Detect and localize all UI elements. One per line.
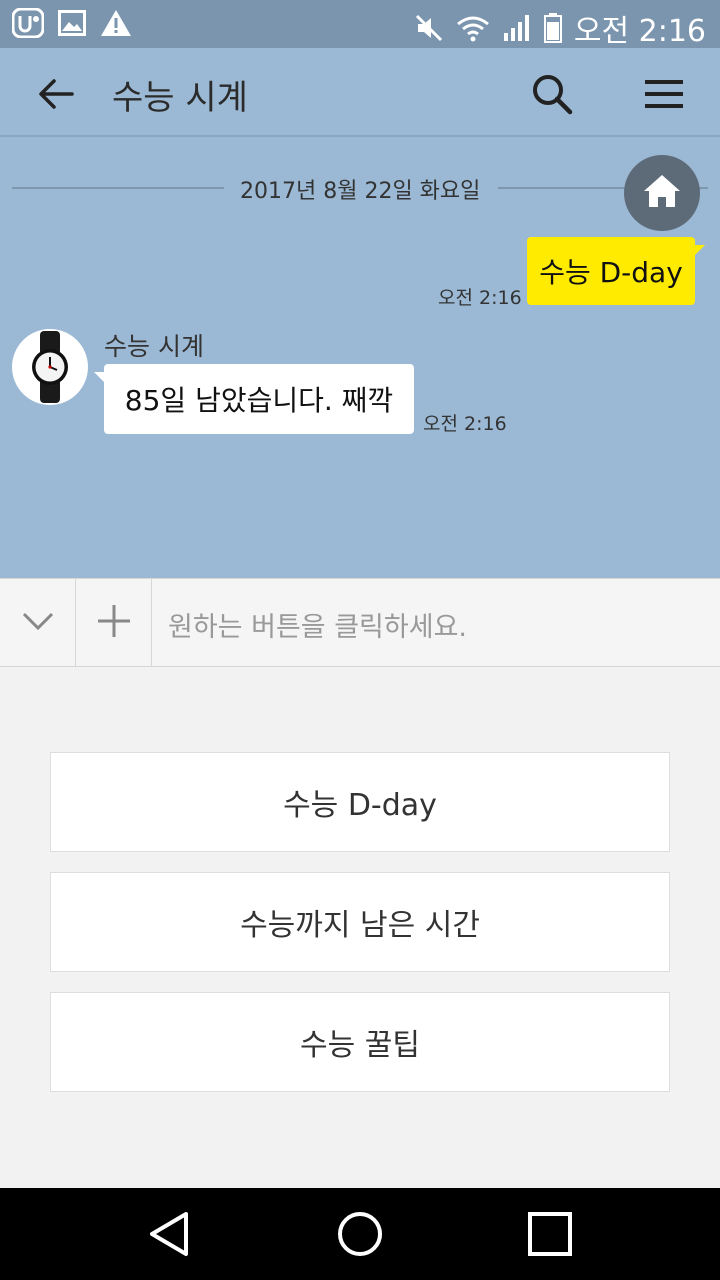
status-time: 오전 2:16 xyxy=(573,14,706,49)
quick-reply-panel: 수능 D-day 수능까지 남은 시간 수능 꿀팁 xyxy=(0,667,720,1188)
uplus-icon xyxy=(12,8,44,38)
signal-icon xyxy=(502,13,532,43)
nav-recent-icon[interactable] xyxy=(526,1210,574,1258)
message-input[interactable]: 원하는 버튼을 클릭하세요. xyxy=(168,605,467,644)
avatar[interactable] xyxy=(12,329,88,405)
battery-icon xyxy=(543,13,562,43)
message-time: 오전 2:16 xyxy=(423,413,507,435)
chevron-down-icon xyxy=(22,611,54,635)
sender-name: 수능 시계 xyxy=(104,332,204,361)
quick-reply-time-left-button[interactable]: 수능까지 남은 시간 xyxy=(50,872,670,972)
bubble-tail xyxy=(693,245,705,257)
bubble-tail xyxy=(94,372,106,384)
date-label: 2017년 8월 22일 화요일 xyxy=(240,179,481,204)
input-bar: 원하는 버튼을 클릭하세요. xyxy=(0,578,720,667)
back-arrow-icon[interactable] xyxy=(36,74,76,114)
bot-message-bubble: 85일 남았습니다. 째깍 xyxy=(94,364,414,434)
chat-area[interactable]: 2017년 8월 22일 화요일 수능 D-day 오전 2:16 수능 시계 … xyxy=(0,137,720,578)
my-message-bubble: 수능 D-day xyxy=(527,237,705,305)
app-header: 수능 시계 xyxy=(0,48,720,137)
message-text: 수능 D-day xyxy=(539,256,683,289)
home-button[interactable] xyxy=(624,155,700,231)
search-icon[interactable] xyxy=(530,72,574,116)
warning-icon xyxy=(100,9,132,37)
divider-line xyxy=(12,187,224,189)
menu-icon[interactable] xyxy=(644,76,684,112)
date-divider: 2017년 8월 22일 화요일 xyxy=(12,175,708,204)
mute-icon xyxy=(414,13,444,43)
home-icon xyxy=(642,173,682,213)
nav-home-icon[interactable] xyxy=(336,1210,384,1258)
plus-icon xyxy=(97,604,131,642)
message-time: 오전 2:16 xyxy=(438,287,522,309)
navigation-bar xyxy=(0,1188,720,1280)
chat-title: 수능 시계 xyxy=(112,78,248,118)
gallery-icon xyxy=(58,10,86,36)
quick-reply-tips-button[interactable]: 수능 꿀팁 xyxy=(50,992,670,1092)
message-text: 85일 남았습니다. 째깍 xyxy=(124,384,394,417)
quick-reply-dday-button[interactable]: 수능 D-day xyxy=(50,752,670,852)
attach-button[interactable] xyxy=(76,579,152,667)
wifi-icon xyxy=(456,14,490,42)
status-bar: 오전 2:16 xyxy=(0,0,720,49)
nav-back-icon[interactable] xyxy=(146,1210,194,1258)
collapse-button[interactable] xyxy=(0,579,76,667)
watch-icon xyxy=(12,331,88,405)
